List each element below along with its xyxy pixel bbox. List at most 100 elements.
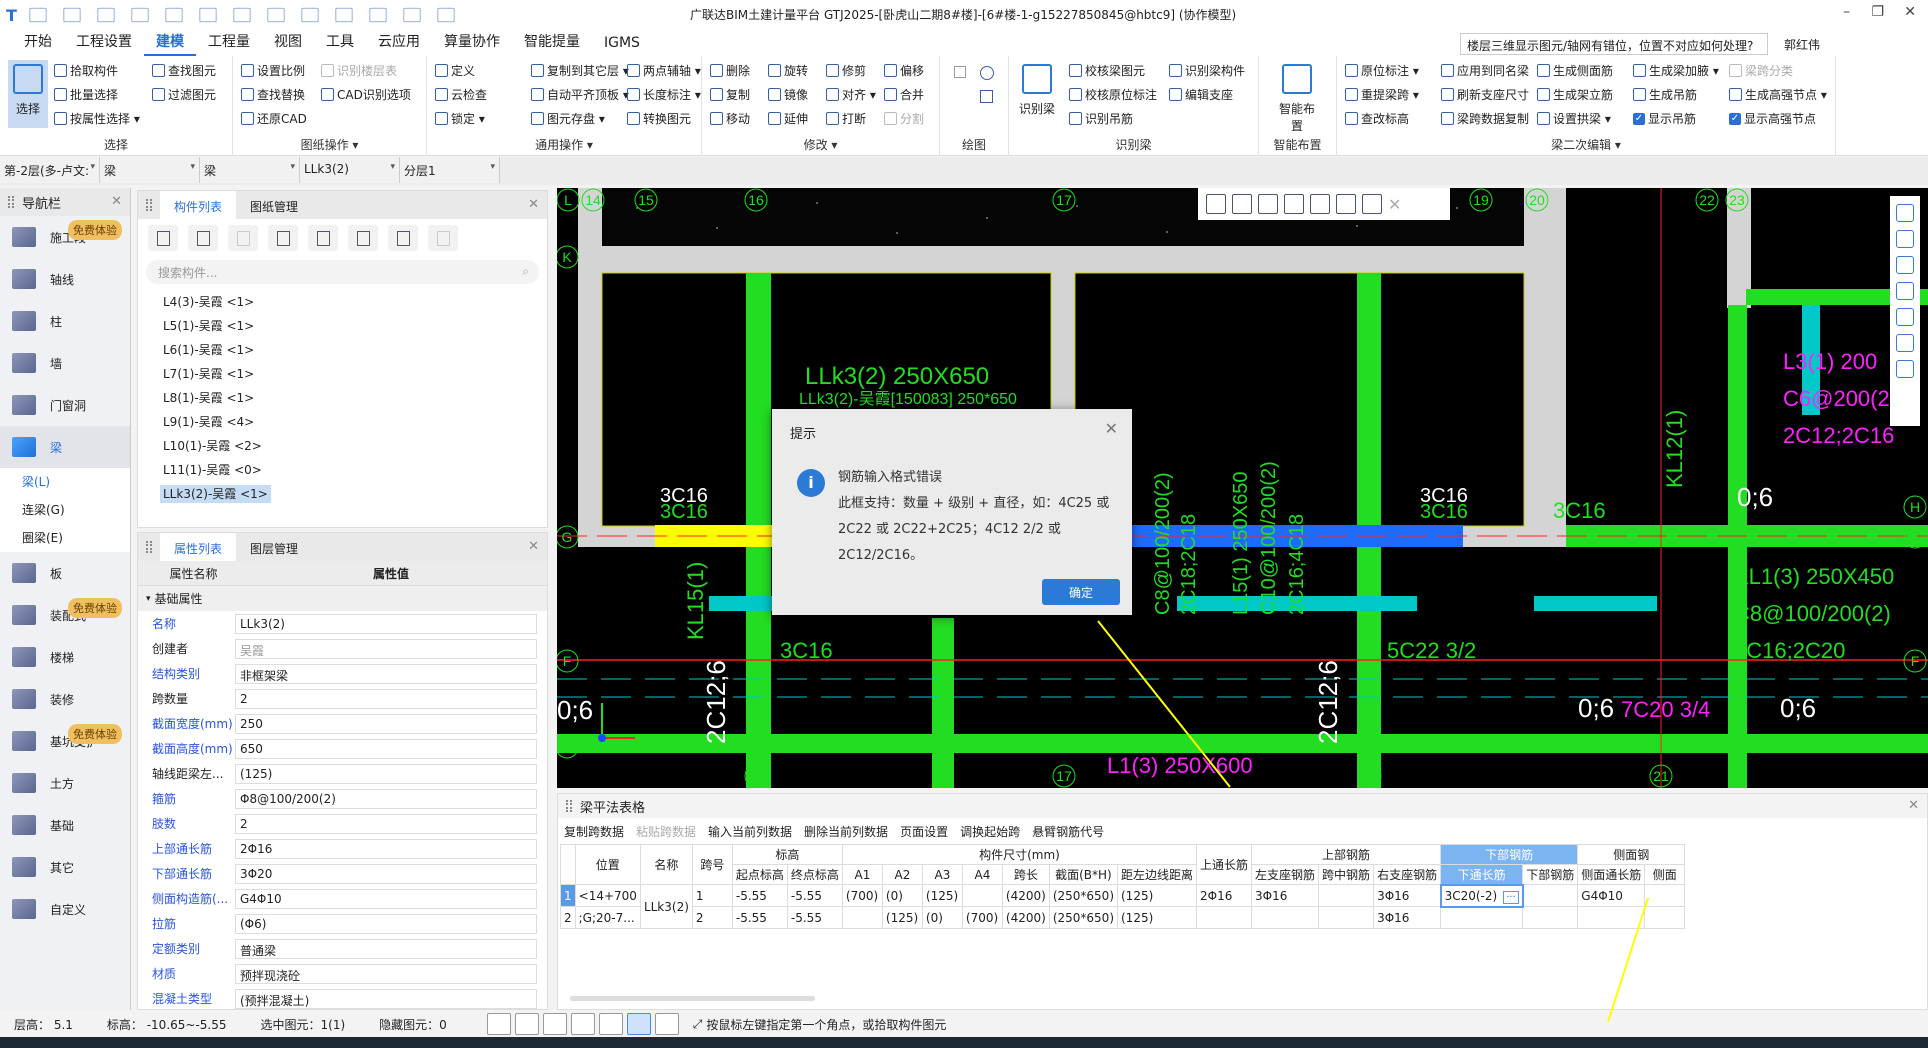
- ribbon-item[interactable]: 查找替换: [241, 86, 305, 103]
- menu-tab[interactable]: 智能提量: [512, 31, 592, 56]
- table-cell[interactable]: (4200): [1001, 906, 1050, 929]
- ribbon-item[interactable]: 复制: [710, 86, 750, 103]
- nav-item[interactable]: 施工段 免费体验: [0, 216, 130, 258]
- ribbon-item[interactable]: 查找图元: [152, 62, 216, 79]
- property-value[interactable]: 2: [235, 813, 537, 834]
- line-icon[interactable]: [954, 66, 966, 78]
- snap-icon[interactable]: [514, 1013, 539, 1035]
- sum-icon[interactable]: [233, 7, 251, 23]
- property-value[interactable]: (125): [235, 763, 537, 784]
- table-cell[interactable]: (0): [921, 906, 963, 929]
- ribbon-item[interactable]: 识别梁构件: [1169, 62, 1245, 79]
- check-icon[interactable]: [1258, 194, 1278, 214]
- component-item[interactable]: L11(1)-吴霞 <0>: [138, 458, 547, 482]
- table-tool-button[interactable]: 输入当前列数据: [708, 823, 792, 840]
- ribbon-item[interactable]: 复制到其它层 ▾: [531, 62, 629, 79]
- arc-icon[interactable]: [654, 1013, 679, 1035]
- toolbar-dropdown[interactable]: 分层1: [400, 157, 500, 183]
- close-icon[interactable]: ✕: [1908, 798, 1919, 813]
- nav-item[interactable]: 基础: [0, 804, 130, 846]
- nav-item[interactable]: 土方: [0, 762, 130, 804]
- verify-icon[interactable]: [1310, 194, 1330, 214]
- table-tool-button[interactable]: 粘贴跨数据: [636, 823, 696, 840]
- table-cell[interactable]: (700): [961, 906, 1003, 929]
- nav-subitem[interactable]: 圈梁(E): [0, 524, 130, 552]
- menu-tab[interactable]: 建模: [144, 31, 196, 56]
- ribbon-item[interactable]: 镜像: [768, 86, 808, 103]
- cell-name[interactable]: LLk3(2): [639, 884, 693, 929]
- nav-item[interactable]: 楼梯: [0, 636, 130, 678]
- table-cell[interactable]: -5.55: [731, 884, 788, 907]
- component-item[interactable]: L9(1)-吴霞 <4>: [138, 410, 547, 434]
- table-cell[interactable]: (250*650): [1048, 906, 1119, 929]
- table-cell[interactable]: (125): [921, 884, 963, 907]
- close-icon[interactable]: ✕: [1105, 419, 1118, 438]
- beam[interactable]: [932, 618, 954, 788]
- tab-property-list[interactable]: 属性列表: [160, 533, 237, 561]
- menu-tab[interactable]: 云应用: [366, 31, 432, 56]
- property-value[interactable]: (Φ6): [235, 913, 537, 934]
- cube-view-icon[interactable]: [1896, 282, 1914, 300]
- ribbon-item[interactable]: 两点辅轴 ▾: [627, 62, 701, 79]
- ribbon-item[interactable]: CAD识别选项: [321, 86, 411, 103]
- table-cell[interactable]: [1522, 884, 1579, 907]
- table-cell[interactable]: 2Φ16: [1196, 884, 1253, 907]
- ribbon-item[interactable]: 删除: [710, 62, 750, 79]
- menu-tab[interactable]: 工程设置: [64, 31, 144, 56]
- property-value[interactable]: 2: [235, 688, 537, 709]
- ribbon-item[interactable]: 偏移: [884, 62, 924, 79]
- menu-tab[interactable]: 工具: [314, 31, 366, 56]
- toolbar-dropdown[interactable]: 梁: [200, 157, 300, 183]
- ribbon-item[interactable]: 分割: [884, 110, 924, 127]
- user-name[interactable]: 郭红伟: [1784, 36, 1820, 53]
- table-tool-button[interactable]: 复制跨数据: [564, 823, 624, 840]
- save-icon[interactable]: [131, 7, 149, 23]
- ribbon-item[interactable]: 打断: [826, 110, 866, 127]
- fullscreen-icon[interactable]: [1896, 308, 1914, 326]
- select-button[interactable]: 选择: [8, 60, 48, 128]
- table-cell[interactable]: [1440, 906, 1524, 929]
- table-cell[interactable]: 3Φ16: [1373, 884, 1442, 907]
- ribbon-item[interactable]: 过滤图元: [152, 86, 216, 103]
- ribbon-item[interactable]: 应用到同名梁: [1441, 62, 1529, 79]
- tab-component-list[interactable]: 构件列表: [160, 191, 237, 219]
- free-trial-badge[interactable]: 免费体验: [68, 724, 122, 744]
- menu-tab[interactable]: IGMS: [592, 35, 652, 56]
- list-icon[interactable]: [1896, 360, 1914, 378]
- drag-handle-icon[interactable]: [8, 196, 14, 208]
- table-cell[interactable]: 1: [691, 884, 733, 907]
- drag-handle-icon[interactable]: [146, 199, 152, 211]
- recognize-button[interactable]: 识别梁: [1017, 60, 1057, 124]
- table-cell[interactable]: -5.55: [731, 906, 788, 929]
- property-value[interactable]: 吴霞: [235, 638, 537, 659]
- checkbox-1[interactable]: ✓ 显示高强节点: [1729, 110, 1816, 127]
- cross-icon[interactable]: [542, 1013, 567, 1035]
- table-row[interactable]: 1 <14+700 LLk3(2) 1 -5.55 -5.55 (700) (0) (125)(…: [560, 883, 1686, 929]
- edit-icon[interactable]: [369, 7, 387, 23]
- rotate-view-icon[interactable]: [1896, 204, 1914, 222]
- table-cell[interactable]: (0): [881, 884, 923, 907]
- ok-button[interactable]: 确定: [1042, 579, 1120, 605]
- component-item[interactable]: L5(1)-吴霞 <1>: [138, 314, 547, 338]
- toolbar-dropdown[interactable]: 梁: [100, 157, 200, 183]
- table-cell[interactable]: (700): [841, 884, 883, 907]
- ribbon-item[interactable]: 修剪: [826, 62, 866, 79]
- component-search-input[interactable]: 搜索构件... ⌕: [146, 260, 539, 284]
- target-icon[interactable]: [1896, 334, 1914, 352]
- report-icon[interactable]: [267, 7, 285, 23]
- property-group[interactable]: ▾ 基础属性: [138, 586, 547, 611]
- grid-icon[interactable]: [335, 7, 353, 23]
- ribbon-item[interactable]: 转换图元: [627, 110, 691, 127]
- table-row[interactable]: 2 ;G;20-7... 2 -5.55 -5.55 (125) (0) (700) (4200…: [560, 906, 1686, 929]
- ribbon-item[interactable]: 云检查: [435, 86, 487, 103]
- property-value[interactable]: LLk3(2): [235, 613, 537, 634]
- ribbon-item[interactable]: 生成架立筋: [1537, 86, 1613, 103]
- ribbon-item[interactable]: 对齐 ▾: [826, 86, 876, 103]
- property-value[interactable]: Φ8@100/200(2): [235, 788, 537, 809]
- property-value[interactable]: 预拌现浇砼: [235, 963, 537, 984]
- ribbon-item[interactable]: 梁跨分类: [1729, 62, 1793, 79]
- ribbon-item[interactable]: 刷新支座尺寸: [1441, 86, 1529, 103]
- close-icon[interactable]: ✕: [528, 539, 539, 554]
- toolbar-dropdown[interactable]: LLk3(2): [300, 157, 400, 183]
- checkbox-0[interactable]: ✓ 显示吊筋: [1633, 110, 1696, 127]
